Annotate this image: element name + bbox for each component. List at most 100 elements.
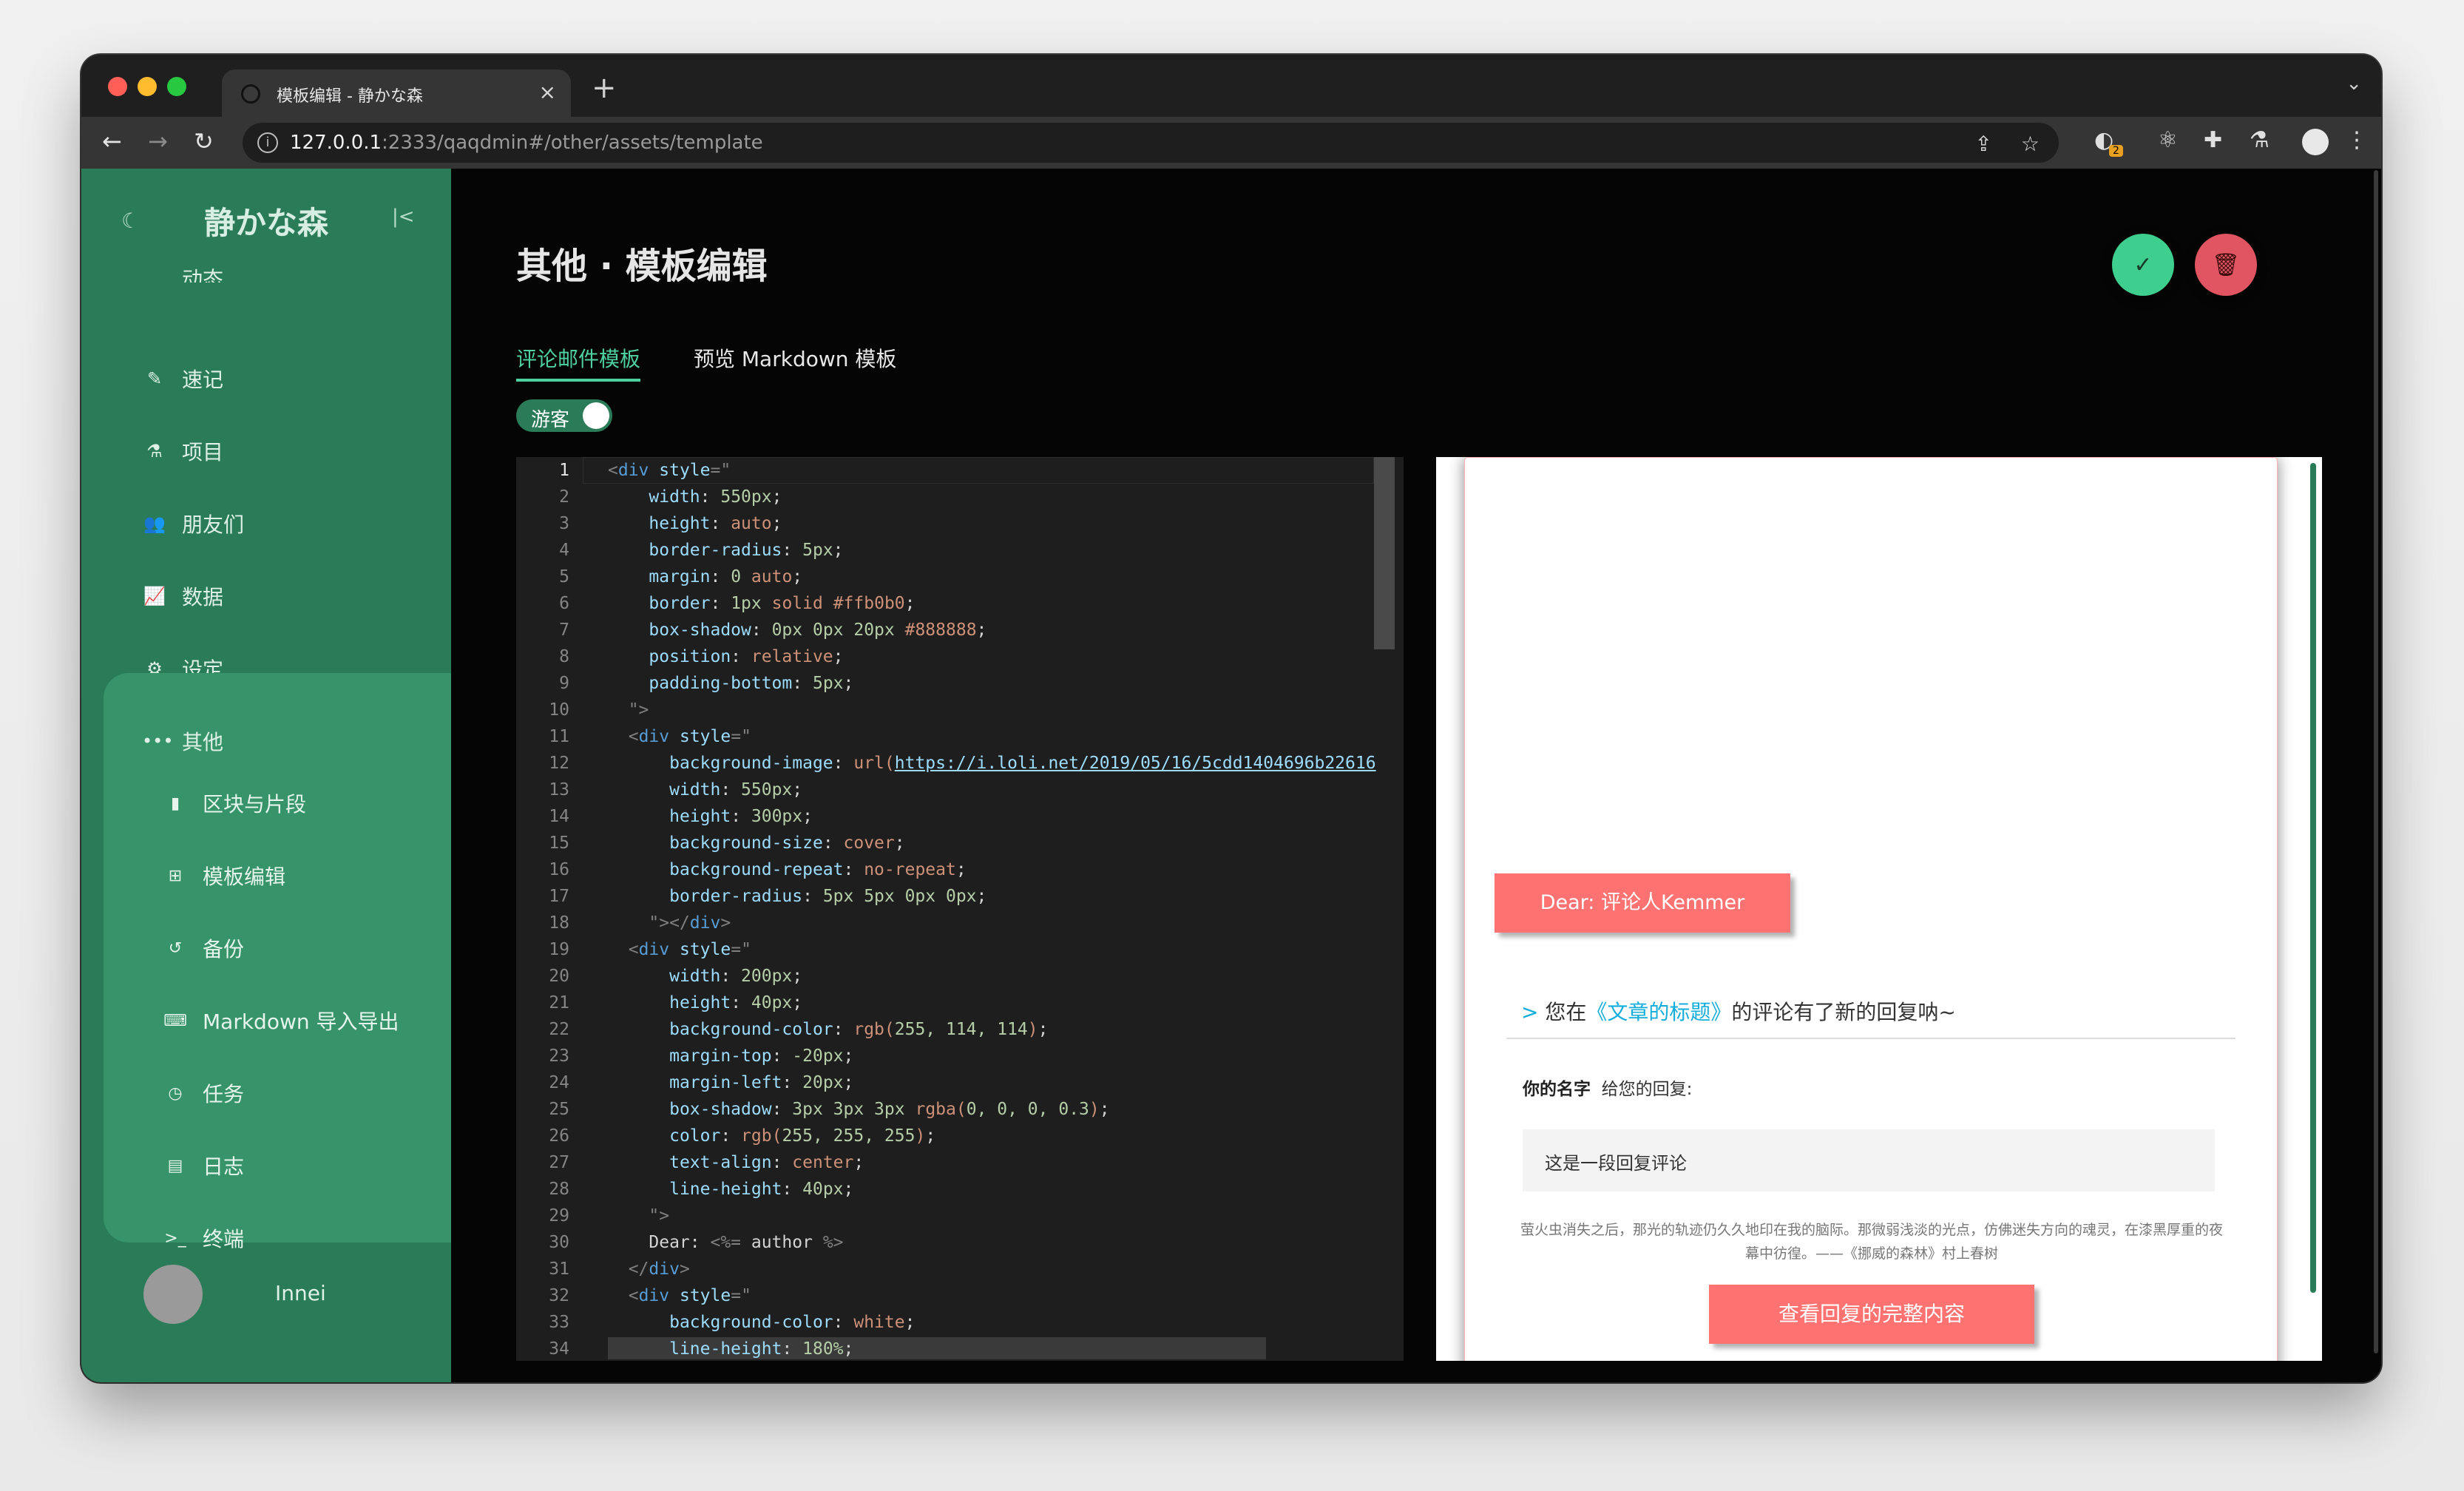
toggle-knob [583,402,609,429]
code-line: 21 height: 40px; [549,993,803,1012]
sidebar-item-label: 区块与片段 [203,792,307,816]
template-preview: Dear: 评论人Kemmer > 您在《文章的标题》的评论有了新的回复呐~ 你… [1436,457,2322,1361]
code-line: 28 line-height: 40px; [549,1180,854,1199]
collapse-sidebar-icon[interactable]: |< [392,206,415,228]
puzzle-extensions-icon[interactable]: ✚ [2204,127,2222,153]
address-bar[interactable]: i 127.0.0.1:2333/qaqdmin#/other/assets/t… [243,123,2059,163]
delete-button[interactable]: 🗑 [2195,234,2257,296]
code-line: 33 background-color: white; [549,1313,915,1332]
avatar[interactable] [143,1265,203,1324]
flask-icon: ⚗ [146,441,163,462]
log-icon: ▤ [167,1156,183,1175]
back-button[interactable]: ← [102,127,122,155]
quote-line-1: 萤火虫消失之后，那光的轨迹仍久久地印在我的脑际。那微弱浅淡的光点，仿佛迷失方向的… [1520,1222,2223,1238]
reload-button[interactable]: ↻ [194,127,214,155]
code-line: 17 border-radius: 5px 5px 0px 0px; [549,887,987,906]
sidebar: ☾ 静かな森 |< 动态 ✎ 速记 ⚗ 项目 👥 朋友们 📈 数据 ⚙ 设定 ••• 其他 … [81,169,451,1382]
sidebar-item-template[interactable]: ⊞ 模板编辑 [163,853,285,898]
code-line: 8 position: relative; [559,647,844,666]
site-info-icon[interactable]: i [257,132,278,153]
code-line: 15 background-size: cover; [549,834,905,853]
reply-to-you-label: 给您的回复: [1601,1080,1693,1099]
code-line: 30 Dear: <%= author %> [549,1233,844,1252]
react-devtools-icon[interactable]: ⚛ [2158,127,2178,153]
sidebar-item-notes[interactable]: ✎ 速记 [142,356,223,401]
code-line: 20 width: 200px; [549,967,803,986]
new-tab-button[interactable]: + [592,71,617,105]
reply-header: 你的名字 给您的回复: [1523,1075,1692,1100]
undo-icon: ↺ [168,939,183,958]
app-root: ☾ 静かな森 |< 动态 ✎ 速记 ⚗ 项目 👥 朋友们 📈 数据 ⚙ 设定 ••• 其他 … [81,169,2381,1382]
sidebar-item-partial[interactable]: 动态 [142,263,223,283]
code-line: 4 border-radius: 5px; [559,541,844,560]
code-line: 22 background-color: rgb(255, 114, 114); [549,1020,1049,1039]
lab-flask-icon[interactable]: ⚗ [2250,127,2270,153]
chart-icon: 📈 [143,586,166,606]
sidebar-item-label: Markdown 导入导出 [203,1010,399,1034]
code-editor[interactable]: 1 <div style=" 2 width: 550px; 3 height: … [516,457,1404,1361]
browser-tab[interactable]: 模板编辑 - 静かな森 × [222,70,571,117]
sidebar-item-friends[interactable]: 👥 朋友们 [142,501,244,546]
more-menu-icon[interactable]: ⋮ [2346,127,2368,153]
preview-scrollbar[interactable] [2310,463,2316,1293]
minimize-window-button[interactable] [138,77,157,96]
sidebar-item-label: 任务 [203,1082,245,1106]
check-icon: ✓ [2133,252,2153,277]
page-scrollbar[interactable] [2374,170,2378,1353]
tab-comment-mail[interactable]: 评论邮件模板 [516,343,640,373]
sidebar-item-analytics[interactable]: 📈 数据 [142,574,223,618]
forward-button[interactable]: → [148,127,168,155]
share-icon[interactable]: ⇪ [1975,132,1992,156]
reply-notice: > 您在《文章的标题》的评论有了新的回复呐~ [1521,996,1956,1026]
replier-name: 你的名字 [1523,1080,1591,1099]
sidebar-item-label: 终端 [203,1227,245,1251]
view-full-reply-button[interactable]: 查看回复的完整内容 [1709,1285,2034,1344]
site-brand: 静かな森 [204,205,329,241]
sidebar-item-partial-label: 动态 [182,267,224,283]
sidebar-item-label: 备份 [203,937,245,961]
theme-toggle-moon-icon[interactable]: ☾ [121,209,140,233]
reply-after: 的评论有了新的回复呐~ [1731,1000,1956,1024]
maximize-window-button[interactable] [167,77,186,96]
code-line: 18 "></div> [549,913,731,933]
guest-toggle-label: 游客 [531,409,570,431]
code-line: 29 "> [549,1206,670,1225]
code-line: 14 height: 300px; [549,807,813,826]
code-line: 11 <div style=" [549,727,751,746]
users-icon: 👥 [143,513,166,534]
sidebar-item-other[interactable]: ••• 其他 [142,719,223,763]
url-path: :2333/qaqdmin#/other/assets/template [382,132,763,154]
code-line: 2 width: 550px; [559,487,782,507]
url-host: 127.0.0.1 [290,132,382,154]
tab-strip: 模板编辑 - 静かな森 × + ⌄ [81,55,2381,117]
sidebar-item-snippets[interactable]: ▮ 区块与片段 [163,781,306,825]
extension-badge: 2 [2109,145,2123,157]
reply-content: 这是一段回复评论 [1545,1153,1687,1174]
sidebar-item-backup[interactable]: ↺ 备份 [163,926,244,970]
bookmark-star-icon[interactable]: ☆ [2021,132,2040,156]
tab-markdown-preview[interactable]: 预览 Markdown 模板 [694,343,896,373]
sidebar-item-terminal[interactable]: >_ 终端 [163,1216,244,1260]
code-line: 25 box-shadow: 3px 3px 3px rgba(0, 0, 0,… [549,1100,1110,1119]
sidebar-item-logs[interactable]: ▤ 日志 [163,1143,244,1188]
close-window-button[interactable] [108,77,127,96]
sidebar-item-projects[interactable]: ⚗ 项目 [142,429,223,473]
code-line: 6 border: 1px solid #ffb0b0; [559,594,915,613]
code-line: 10 "> [549,700,649,720]
mail-card: Dear: 评论人Kemmer > 您在《文章的标题》的评论有了新的回复呐~ 你… [1464,457,2278,1361]
code-line: 13 width: 550px; [549,780,803,799]
dear-banner: Dear: 评论人Kemmer [1495,873,1790,933]
sidebar-item-tasks[interactable]: ◷ 任务 [163,1071,244,1115]
profile-avatar-icon[interactable] [2302,129,2329,155]
code-line: 24 margin-left: 20px; [549,1073,854,1092]
save-button[interactable]: ✓ [2112,234,2174,296]
tab-search-chevron-icon[interactable]: ⌄ [2346,72,2362,95]
article-title-link[interactable]: 《文章的标题》 [1586,1000,1731,1024]
code-line: 16 background-repeat: no-repeat; [549,860,967,879]
guest-toggle[interactable]: 游客 [516,399,612,432]
sidebar-item-markdown[interactable]: ⌨ Markdown 导入导出 [163,998,399,1043]
close-tab-icon[interactable]: × [539,80,556,104]
active-tab-indicator [516,379,640,382]
page-title: 其他 · 模板编辑 [516,246,768,287]
code-line: 19 <div style=" [549,940,751,959]
